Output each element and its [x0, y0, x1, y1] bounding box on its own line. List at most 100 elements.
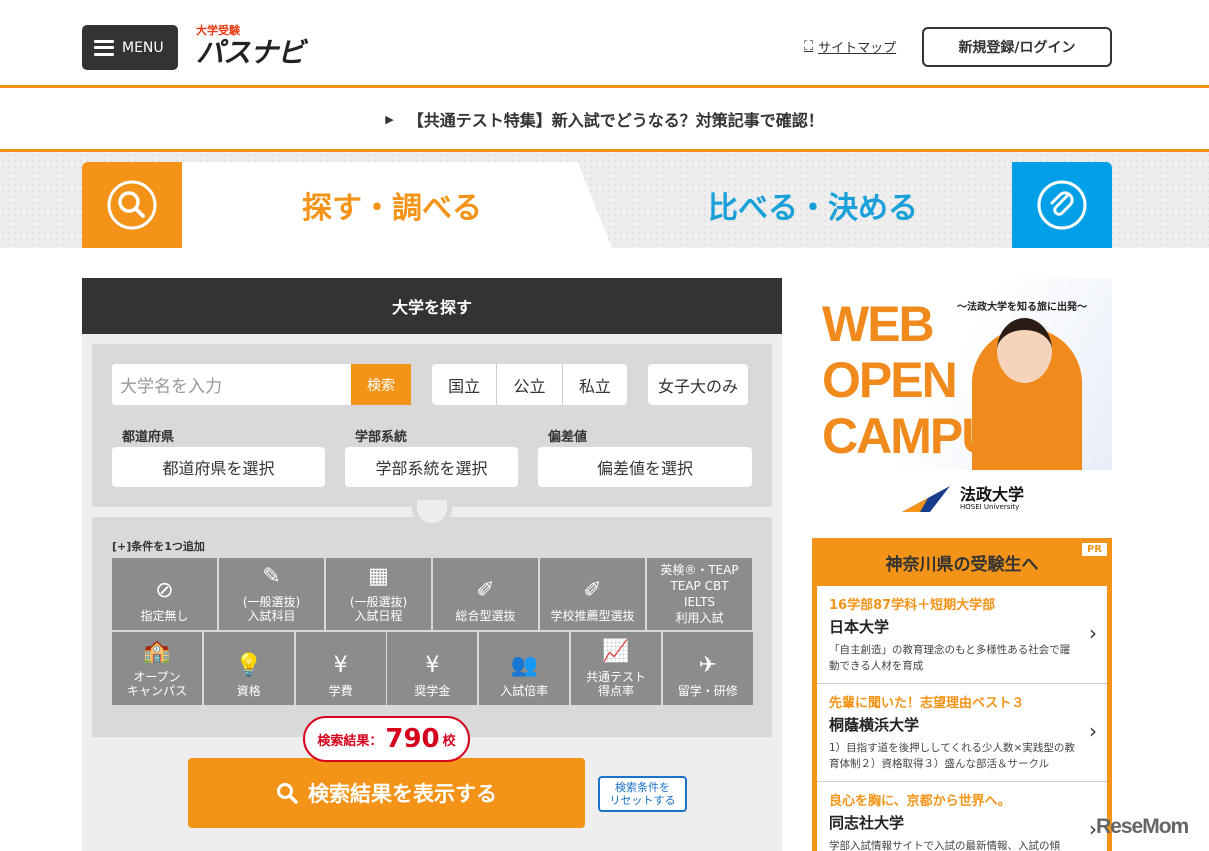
tile-none[interactable]: ⊘ 指定無し	[112, 558, 217, 630]
tile-line: (一般選抜)	[242, 595, 301, 609]
deviation-select[interactable]: 偏差値を選択	[538, 447, 752, 487]
search-button[interactable]: 検索	[351, 364, 411, 405]
prefecture-select[interactable]: 都道府県を選択	[112, 447, 325, 487]
login-button[interactable]: 新規登録/ログイン	[922, 27, 1112, 67]
search-icon[interactable]	[82, 162, 182, 248]
tile-recommendation[interactable]: ✐ 学校推薦型選抜	[540, 558, 645, 630]
tile-label: 入試日程	[354, 609, 403, 623]
type-national[interactable]: 国立	[432, 364, 498, 405]
tile-label: 入試倍率	[500, 684, 549, 698]
schedule-icon: ▦	[368, 564, 389, 589]
hosei-logo: 法政大学 HOSEI University	[812, 470, 1112, 528]
tile-label: 総合型選抜	[455, 609, 516, 623]
logo-big: パスナビ	[196, 36, 305, 69]
tile-schedule[interactable]: ▦ (一般選抜) 入試日程	[326, 558, 431, 630]
tile-label: 留学・研修	[677, 684, 738, 698]
deviation-label: 偏差値	[548, 430, 588, 445]
tile-english-exam[interactable]: 英検®・TEAP TEAP CBT IELTS 利用入試	[647, 558, 752, 630]
tile-line: TEAP CBT	[670, 579, 729, 593]
competition-rate-icon: 👥	[510, 653, 538, 678]
result-count: 790	[385, 724, 440, 754]
pr-item[interactable]: 良心を胸に、京都から世界へ。 同志社大学学部入試情報サイトで入試の最新情報、入試の…	[817, 782, 1107, 851]
chevron-right-icon: ›	[1089, 621, 1097, 645]
type-toggle-group: 国立 公立 私立	[432, 364, 627, 405]
pr-catch: 16学部87学科＋短期大学部	[829, 598, 996, 613]
prefecture-label: 都道府県	[122, 430, 175, 445]
common-test-icon: 📈	[602, 639, 630, 664]
search-icon	[277, 783, 298, 804]
menu-button[interactable]: MENU	[82, 25, 178, 70]
tile-label: 学校推薦型選抜	[550, 609, 635, 623]
panel-title: 大学を探す	[82, 278, 782, 334]
pr-desc: 「自主創造」の教育理念のもと多様性ある社会で躍動できる人材を育成	[829, 644, 1071, 672]
menu-label: MENU	[122, 39, 164, 56]
show-results-label: 検索結果を表示する	[308, 782, 497, 806]
tile-scholarship[interactable]: ¥ 奨学金	[387, 632, 478, 705]
faculty-select[interactable]: 学部系統を選択	[345, 447, 518, 487]
add-condition-label: [+]条件を1つ追加	[112, 540, 205, 553]
result-count-badge: 検索結果： 790 校	[303, 716, 470, 762]
hosei-ad-banner[interactable]: WEB OPEN CAMPUS 〜法政大学を知る旅に出発〜 法政大学 HOSEI Un…	[812, 278, 1112, 528]
divider	[0, 85, 1209, 88]
triangle-right-icon: ▶	[385, 112, 394, 126]
tile-subjects[interactable]: ✎ (一般選抜) 入試科目	[219, 558, 324, 630]
result-label: 検索結果：	[317, 733, 383, 749]
pr-desc: 学部入試情報サイトで入試の最新情報、入試の傾	[829, 840, 1060, 851]
tile-study-abroad[interactable]: ✈ 留学・研修	[662, 632, 753, 705]
type-public[interactable]: 公立	[497, 364, 563, 405]
tile-label: 学費	[328, 684, 353, 698]
pr-desc: 1）目指す道を後押ししてくれる少人数×実践型の教育体制２）資格取得３）盛んな部活…	[829, 742, 1075, 770]
faculty-label: 学部系統	[355, 430, 408, 445]
paperclip-icon[interactable]	[1012, 162, 1112, 248]
pr-catch: 良心を胸に、京都から世界へ。	[829, 794, 1011, 809]
tile-common-test[interactable]: 📈 共通テスト 得点率	[571, 632, 661, 705]
tile-line: 共通テスト	[585, 670, 646, 684]
notice-link[interactable]: ▶ 【共通テスト特集】新入試でどうなる？対策記事で確認！	[0, 89, 1209, 149]
tile-competition-rate[interactable]: 👥 入試倍率	[479, 632, 570, 705]
none-icon: ⊘	[155, 578, 174, 603]
notice-text: 【共通テスト特集】新入試でどうなる？対策記事で確認！	[407, 111, 824, 130]
sitemap-link[interactable]: ⛶ サイトマップ	[804, 37, 896, 56]
tile-qualification[interactable]: 💡 資格	[203, 632, 294, 705]
sitemap-icon: ⛶	[804, 39, 814, 54]
pr-catch: 先輩に聞いた！志望理由ベスト３	[829, 696, 1025, 711]
pr-univ-name: 桐蔭横浜大学	[829, 716, 920, 734]
qualification-icon: 💡	[235, 653, 263, 678]
tile-label: 指定無し	[140, 609, 189, 623]
pr-item[interactable]: 先輩に聞いた！志望理由ベスト３ 桐蔭横浜大学 1）目指す道を後押ししてくれる少人数×…	[817, 684, 1107, 782]
type-private[interactable]: 私立	[563, 364, 627, 405]
pr-univ-name: 日本大学	[829, 618, 890, 636]
scholarship-icon: ¥	[425, 653, 440, 678]
tab-search[interactable]: 探す・調べる	[182, 162, 612, 248]
subjects-icon: ✎	[262, 564, 281, 589]
pr-title: 神奈川県の受験生へ	[885, 554, 1039, 575]
tile-tuition[interactable]: ¥ 学費	[295, 632, 386, 705]
resemom-watermark: ReseMom	[1096, 815, 1189, 838]
site-logo[interactable]: 大学受験 パスナビ	[196, 22, 316, 72]
tile-comprehensive[interactable]: ✐ 総合型選抜	[433, 558, 538, 630]
tile-line: (一般選抜)	[349, 595, 408, 609]
pr-item[interactable]: 16学部87学科＋短期大学部 日本大学「自主創造」の教育理念のもと多様性ある社会で…	[817, 586, 1107, 684]
show-results-button[interactable]: 検索結果を表示する	[188, 758, 585, 828]
recommendation-icon: ✐	[583, 578, 602, 603]
chevron-right-icon: ›	[1089, 719, 1097, 743]
women-only-toggle[interactable]: 女子大のみ	[648, 364, 748, 405]
tile-line: IELTS	[683, 595, 716, 609]
reset-line: 検索条件を	[615, 781, 670, 794]
tile-label: キャンパス	[126, 684, 187, 698]
ad-headline-line: CAMPUS	[822, 408, 1029, 464]
open-campus-icon: 🏫	[143, 639, 171, 664]
pr-univ-name: 同志社大学	[829, 814, 905, 832]
university-name-input[interactable]: 大学名を入力	[112, 364, 351, 405]
tile-label: 入試科目	[247, 609, 296, 623]
hamburger-icon	[94, 39, 114, 56]
reset-line: リセットする	[609, 794, 676, 807]
hosei-emblem-icon	[901, 486, 950, 512]
tile-open-campus[interactable]: 🏫 オープン キャンパス	[112, 632, 202, 705]
sitemap-label: サイトマップ	[818, 41, 897, 56]
result-unit: 校	[442, 733, 456, 749]
tile-line: 英検®・TEAP	[660, 563, 739, 577]
tuition-icon: ¥	[333, 653, 348, 678]
reset-conditions-button[interactable]: 検索条件を リセットする	[598, 776, 687, 812]
tab-compare[interactable]: 比べる・決める	[612, 162, 1012, 248]
